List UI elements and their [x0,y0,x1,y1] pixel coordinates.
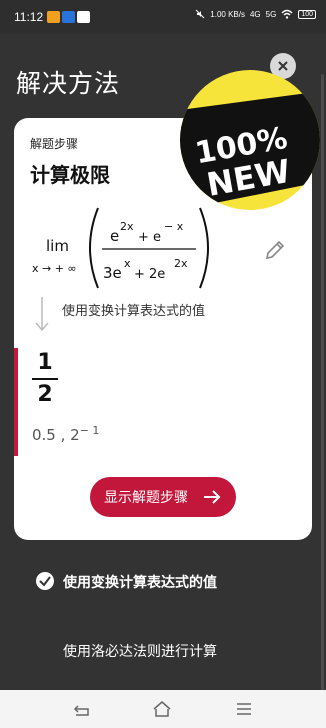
arrow-right-icon [204,490,221,504]
menu-icon[interactable] [234,699,254,719]
page-title: 解决方法 [16,69,121,98]
network-text: 4G [249,9,261,19]
result-fraction-line [32,378,58,380]
step-check-icon [36,572,54,590]
speed-text: 1.00 KB/s [210,9,245,19]
step-item-1[interactable]: 使用变换计算表达式的值 [63,572,217,592]
numerator-text: e [110,227,119,245]
alt-value: 0.5 , 2 [32,426,80,444]
left-paren [89,207,99,289]
status-time: 11:12 [14,10,44,24]
show-steps-label: 显示解题步骤 [104,490,188,506]
step-item-2[interactable]: 使用洛必达法则进行计算 [63,641,217,661]
status-bar: 11:12 1.00 KB/s 4G 5G 100 [0,0,326,34]
denominator-text: 3e [103,264,122,282]
steps-label: 解题步骤 [30,137,79,151]
notification-icon [62,11,75,23]
step-hint: 使用变换计算表达式的值 [62,304,206,319]
right-paren [199,207,209,289]
battery-icon: 100 [298,9,316,19]
lim-text: lim [46,237,69,255]
home-icon[interactable] [152,699,172,719]
result-numerator: 1 [37,350,53,375]
result-denominator: 2 [37,382,53,407]
svg-text:2x: 2x [174,257,188,270]
wifi-icon [281,9,293,19]
app-content: 解决方法 解题步骤 计算极限 lim x → + ∞ e 2x + e − x … [0,34,326,704]
edit-pencil-icon[interactable] [263,238,287,262]
notification-icon [47,11,60,23]
scrollbar[interactable] [321,74,324,704]
show-steps-button[interactable]: 显示解题步骤 [90,477,236,517]
mute-icon [195,9,205,19]
new-badge-logo: 100% NEW [180,91,320,210]
svg-text:+ 2e: + 2e [134,267,165,282]
approach-text: x → + ∞ [32,262,77,275]
promo-badge: 100% NEW [180,70,320,210]
calc-title: 计算极限 [30,163,110,187]
svg-text:+ e: + e [138,230,161,245]
status-icons: 1.00 KB/s 4G 5G 100 [195,9,316,19]
back-icon[interactable] [72,699,92,719]
svg-text:x: x [124,257,131,270]
alt-exponent: − 1 [79,424,100,437]
notification-icon [77,11,90,23]
svg-text:2x: 2x [120,220,134,233]
svg-text:− x: − x [164,220,184,233]
result-fraction: 1 2 [32,350,58,408]
alternative-forms: 0.5 , 2− 1 [32,424,99,444]
system-nav-bar [0,690,326,728]
step-down-arrow-icon [35,297,49,332]
network2-text: 5G [265,9,277,19]
result-marker [14,348,18,456]
